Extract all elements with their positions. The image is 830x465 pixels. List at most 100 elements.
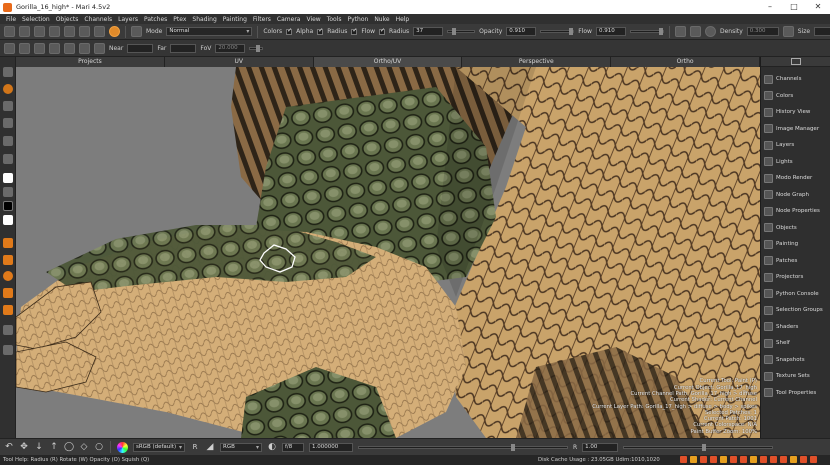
swap-colors-icon[interactable]	[3, 187, 13, 197]
lasso-icon[interactable]: ◯	[64, 442, 74, 452]
palette-layout-icon[interactable]	[790, 58, 801, 65]
blend-mode-select[interactable]: Normal	[166, 27, 253, 36]
clear-icon[interactable]	[94, 26, 105, 37]
eyedropper-icon[interactable]	[3, 154, 13, 164]
palette-channels[interactable]: Channels	[761, 71, 830, 88]
menu-layers[interactable]: Layers	[115, 16, 141, 23]
channel-display-select[interactable]: RGB	[220, 442, 262, 452]
radius-field[interactable]: 37	[413, 27, 444, 36]
status-indicator-icon[interactable]	[720, 456, 727, 463]
gain-slider[interactable]	[623, 443, 774, 451]
open-file-icon[interactable]	[19, 26, 30, 37]
menu-shading[interactable]: Shading	[189, 16, 219, 23]
tab-projects[interactable]: Projects	[16, 57, 165, 67]
status-indicator-icon[interactable]	[810, 456, 817, 463]
eraser-icon[interactable]	[64, 26, 75, 37]
palette-layers[interactable]: Layers	[761, 137, 830, 154]
shading-icon[interactable]	[49, 42, 60, 54]
grid-view-icon[interactable]	[34, 42, 45, 54]
palette-lights[interactable]: Lights	[761, 154, 830, 171]
layer-tool-icon[interactable]	[3, 255, 13, 265]
diamond-icon[interactable]: ◇	[79, 442, 89, 452]
background-color-swatch[interactable]	[3, 201, 13, 211]
foreground-color-swatch[interactable]	[3, 173, 13, 183]
tab-uv[interactable]: UV	[165, 57, 314, 67]
palette-shaders[interactable]: Shaders	[761, 319, 830, 336]
brush-preset-icon[interactable]	[79, 26, 90, 37]
transform-tool-icon[interactable]	[3, 288, 13, 298]
lut-icon[interactable]: ◢	[205, 442, 215, 452]
menu-patches[interactable]: Patches	[141, 16, 170, 23]
colorspace-select[interactable]: sRGB (default)	[133, 442, 185, 452]
menu-tools[interactable]: Tools	[324, 16, 345, 23]
status-indicator-icon[interactable]	[680, 456, 687, 463]
palette-patches[interactable]: Patches	[761, 253, 830, 270]
exposure-field[interactable]: 1.000000	[309, 442, 353, 452]
brush-icon[interactable]	[131, 26, 142, 37]
projector-icon[interactable]	[94, 42, 105, 54]
opacity-slider[interactable]	[540, 28, 575, 35]
camera-icon[interactable]	[19, 42, 30, 54]
warp-tool-icon[interactable]	[3, 305, 13, 315]
menu-nuke[interactable]: Nuke	[371, 16, 392, 23]
alpha-checkbox[interactable]	[286, 27, 292, 35]
lights-icon[interactable]	[64, 42, 75, 54]
radius-pressure-checkbox[interactable]	[317, 27, 323, 35]
clone-tool-icon[interactable]	[3, 101, 13, 111]
status-indicator-icon[interactable]	[770, 456, 777, 463]
palette-objects[interactable]: Objects	[761, 220, 830, 237]
status-indicator-icon[interactable]	[780, 456, 787, 463]
palette-node-graph[interactable]: Node Graph	[761, 187, 830, 204]
palette-snapshots[interactable]: Snapshots	[761, 352, 830, 369]
menu-objects[interactable]: Objects	[53, 16, 82, 23]
menu-python[interactable]: Python	[345, 16, 372, 23]
grid-tool-icon[interactable]	[3, 118, 13, 128]
bake-icon[interactable]	[49, 26, 60, 37]
palette-projectors[interactable]: Projectors	[761, 269, 830, 286]
cube-view-icon[interactable]	[4, 42, 15, 54]
menu-view[interactable]: View	[303, 16, 323, 23]
menu-painting[interactable]: Painting	[220, 16, 250, 23]
maximize-button[interactable]: □	[782, 0, 806, 14]
status-indicator-icon[interactable]	[790, 456, 797, 463]
density-field[interactable]: 0.300	[746, 27, 779, 36]
save-file-icon[interactable]	[34, 26, 45, 37]
near-field[interactable]	[127, 43, 154, 53]
mirror-icon[interactable]	[689, 26, 701, 37]
select-arrow-icon[interactable]	[3, 67, 13, 77]
colorspace-reset-icon[interactable]: R	[190, 442, 200, 452]
menu-selection[interactable]: Selection	[19, 16, 53, 23]
palette-shelf[interactable]: Shelf	[761, 335, 830, 352]
close-button[interactable]: ✕	[806, 0, 830, 14]
tab-ortho-uv[interactable]: Ortho/UV	[313, 57, 463, 67]
palette-image-manager[interactable]: Image Manager	[761, 121, 830, 138]
palette-tool-properties[interactable]: Tool Properties	[761, 385, 830, 402]
undo-icon[interactable]: ↶	[4, 442, 14, 452]
split-view-icon[interactable]	[3, 325, 13, 335]
palette-history-view[interactable]: History View	[761, 104, 830, 121]
size-field[interactable]	[814, 27, 830, 36]
palette-texture-sets[interactable]: Texture Sets	[761, 368, 830, 385]
palette-selection-groups[interactable]: Selection Groups	[761, 302, 830, 319]
status-indicator-icon[interactable]	[760, 456, 767, 463]
fov-slider[interactable]	[249, 44, 264, 52]
menu-file[interactable]: File	[3, 16, 19, 23]
menu-channels[interactable]: Channels	[81, 16, 115, 23]
tab-perspective[interactable]: Perspective	[462, 57, 612, 67]
tab-ortho[interactable]: Ortho	[611, 57, 760, 67]
move-icon[interactable]: ✥	[19, 442, 29, 452]
new-file-icon[interactable]	[4, 26, 15, 37]
status-indicator-icon[interactable]	[710, 456, 717, 463]
minimize-button[interactable]: –	[758, 0, 782, 14]
radius-slider[interactable]	[447, 28, 476, 35]
arrow-up-icon[interactable]: ↑	[49, 442, 59, 452]
snap-grid-icon[interactable]	[674, 26, 686, 37]
size-icon[interactable]	[782, 26, 794, 37]
color-management-icon[interactable]	[117, 441, 128, 453]
fill-tool-icon[interactable]	[3, 238, 13, 248]
palette-colors[interactable]: Colors	[761, 88, 830, 105]
status-indicator-icon[interactable]	[800, 456, 807, 463]
flow-field[interactable]: 0.910	[595, 27, 626, 36]
fov-field[interactable]: 20.000	[215, 43, 246, 53]
opacity-field[interactable]: 0.910	[506, 27, 537, 36]
